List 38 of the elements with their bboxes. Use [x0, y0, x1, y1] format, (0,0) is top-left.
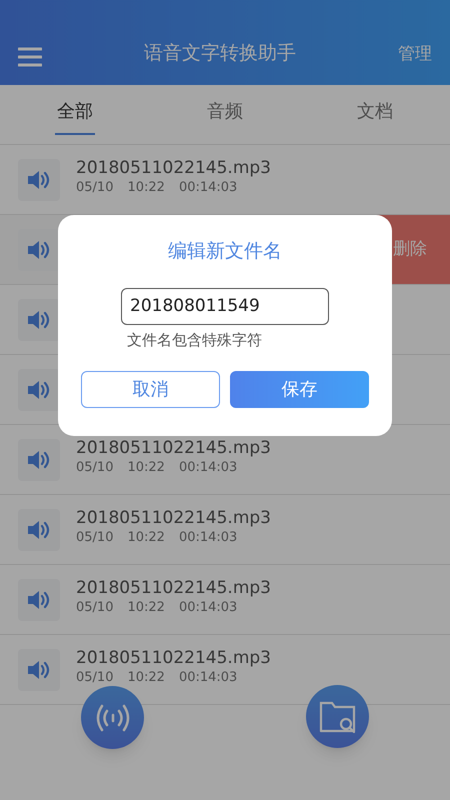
cancel-button[interactable]: 取消 [81, 371, 220, 408]
file-date: 05/10 [76, 528, 114, 546]
file-name: 20180511022145.mp3 [76, 578, 271, 598]
error-message: 文件名包含特殊字符 [127, 330, 262, 350]
speaker-icon [27, 658, 51, 680]
file-duration: 00:14:03 [178, 458, 238, 476]
file-date: 05/10 [76, 458, 114, 476]
file-date: 05/10 [76, 668, 114, 686]
speaker-icon [27, 168, 51, 190]
file-time: 10:22 [127, 668, 165, 686]
menu-icon[interactable] [18, 47, 42, 67]
file-date: 05/10 [76, 598, 114, 616]
file-duration: 00:14:03 [178, 668, 238, 686]
file-name: 20180511022145.mp3 [76, 508, 271, 528]
file-duration: 00:14:03 [178, 528, 238, 546]
file-duration: 00:14:03 [178, 178, 238, 196]
save-button[interactable]: 保存 [230, 371, 369, 408]
file-time: 10:22 [127, 458, 165, 476]
speaker-icon [27, 518, 51, 540]
tab[interactable]: 音频 [150, 85, 300, 144]
speaker-icon [27, 588, 51, 610]
speaker-icon [27, 308, 51, 330]
app-title: 语音文字转换助手 [143, 40, 297, 66]
file-time: 10:22 [127, 178, 165, 196]
file-name: 20180511022145.mp3 [76, 438, 271, 458]
file-name-field[interactable]: 201808011549 [121, 288, 329, 324]
file-time: 10:22 [127, 598, 165, 616]
speaker-icon [27, 378, 51, 400]
file-date: 05/10 [76, 178, 114, 196]
tab[interactable]: 全部 [0, 85, 150, 144]
file-duration: 00:14:03 [178, 598, 238, 616]
file-name: 20180511022145.mp3 [76, 158, 271, 178]
speaker-icon [27, 448, 51, 470]
speaker-icon [27, 238, 51, 260]
dialog-title: 编辑新文件名 [168, 239, 282, 264]
file-time: 10:22 [127, 528, 165, 546]
file-name: 20180511022145.mp3 [76, 648, 271, 668]
tab[interactable]: 文档 [300, 85, 450, 144]
